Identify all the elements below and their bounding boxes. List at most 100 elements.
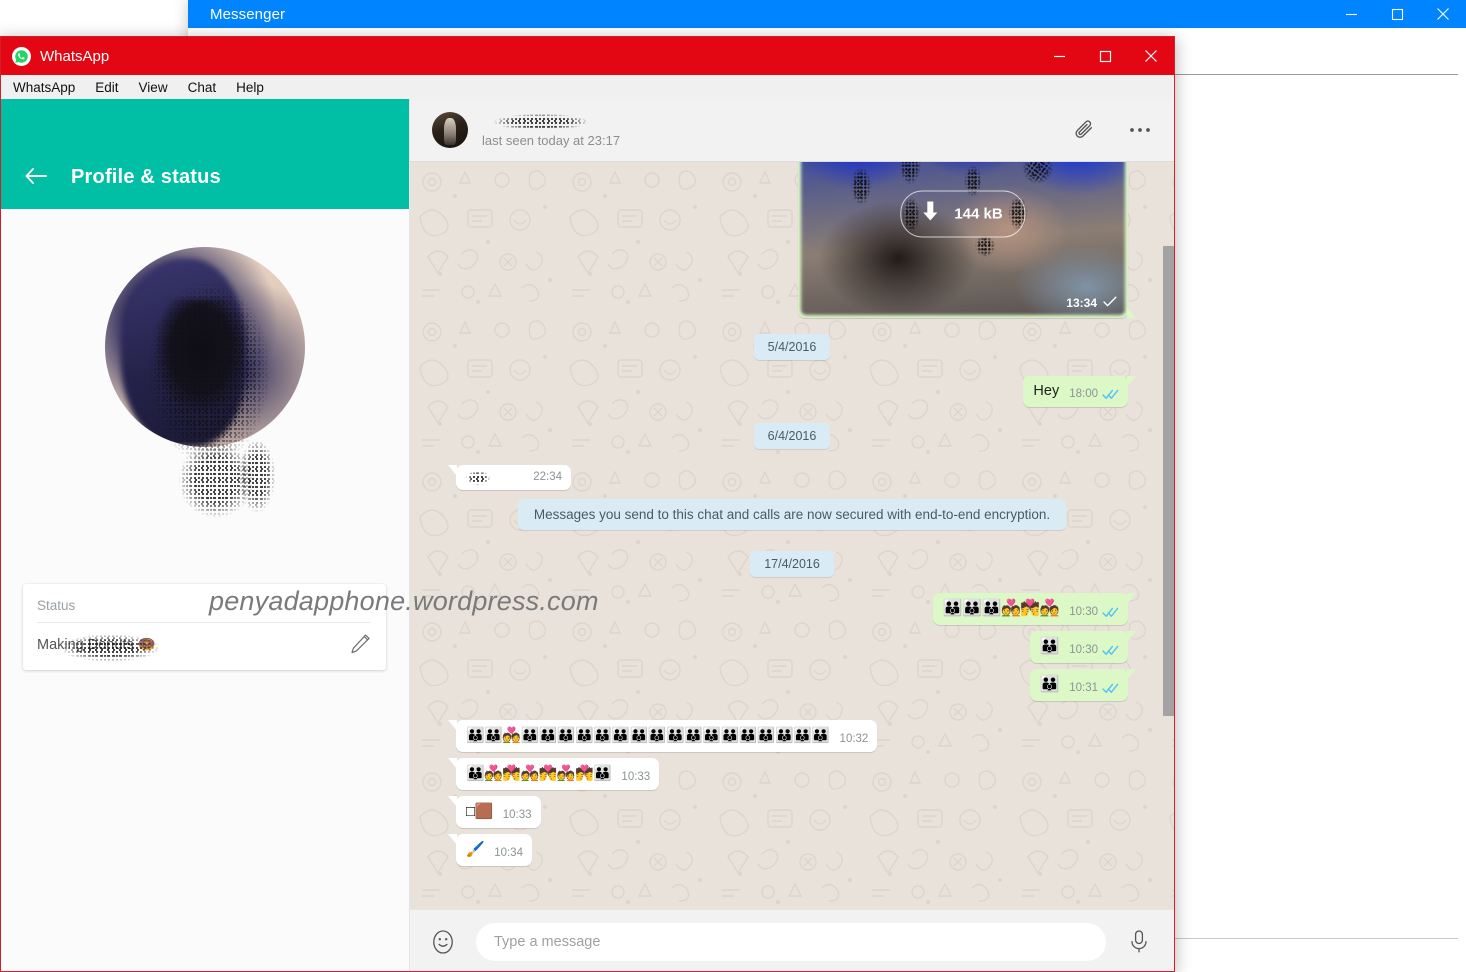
- messenger-maximize-button[interactable]: [1374, 0, 1420, 28]
- chat-header-actions: [1072, 118, 1152, 142]
- profile-avatar-wrap: [1, 225, 409, 540]
- contact-name: [482, 113, 620, 131]
- message-bubble-incoming[interactable]: 22:34: [448, 465, 571, 490]
- status-row: Making Donuts 🍩: [37, 626, 370, 670]
- message-text: □🟫: [466, 803, 493, 820]
- message-text: Hey: [1033, 383, 1060, 399]
- message-text: 👪💑💏💑💏💑💏👪: [466, 765, 612, 782]
- whatsapp-titlebar[interactable]: WhatsApp: [1, 37, 1174, 75]
- message-timestamp: 10:31: [1069, 682, 1098, 694]
- status-value: Making Donuts 🍩: [37, 636, 156, 653]
- messenger-close-button[interactable]: [1420, 0, 1466, 28]
- message-meta: 10:32: [840, 733, 869, 746]
- download-size-label: 144 kB: [954, 205, 1003, 223]
- back-arrow-icon[interactable]: [23, 163, 49, 189]
- menu-item-edit[interactable]: Edit: [85, 78, 128, 97]
- message-meta: 10:31: [1069, 682, 1119, 695]
- whatsapp-content: Profile & status Status Making Donuts 🍩: [1, 99, 1174, 971]
- encryption-notice: Messages you send to this chat and calls…: [517, 499, 1067, 530]
- chat-scrollbar[interactable]: [1163, 246, 1174, 716]
- message-timestamp: 10:33: [621, 771, 651, 783]
- message-row: 22:34: [448, 465, 1128, 490]
- message-bubble-outgoing[interactable]: 👪👪👪💑💏💑 10:30: [932, 593, 1137, 625]
- date-chip: 5/4/2016: [753, 334, 831, 360]
- double-check-icon: [1102, 683, 1119, 694]
- profile-panel-header: Profile & status: [1, 99, 409, 209]
- message-text: 👪👪👪💑💏💑: [942, 600, 1060, 617]
- whatsapp-close-button[interactable]: [1128, 37, 1174, 75]
- message-timestamp: 18:00: [1069, 388, 1098, 400]
- chat-scroll-container[interactable]: 144 kB 13:34 5/4/2016 Hey 18:00 6/4/2016…: [410, 162, 1174, 909]
- messenger-minimize-button[interactable]: [1328, 0, 1374, 28]
- system-message-row: Messages you send to this chat and calls…: [456, 499, 1128, 530]
- whatsapp-title: WhatsApp: [40, 47, 110, 65]
- message-text: 👪👪💑👪👪👪👪👪👪👪👪👪👪👪👪👪👪👪👪👪: [466, 727, 830, 744]
- message-bubble-incoming[interactable]: □🟫 10:33: [448, 796, 541, 828]
- menu-item-view[interactable]: View: [129, 78, 178, 97]
- message-timestamp: 10:32: [839, 733, 869, 745]
- avatar[interactable]: [432, 112, 468, 148]
- emoji-smiley-icon[interactable]: [430, 929, 456, 955]
- menu-item-chat[interactable]: Chat: [178, 78, 227, 97]
- messenger-title: Messenger: [210, 5, 286, 23]
- paperclip-icon[interactable]: [1072, 118, 1096, 142]
- message-row: 🖌️ 10:34: [448, 834, 1128, 866]
- message-row: 👪👪💑👪👪👪👪👪👪👪👪👪👪👪👪👪👪👪👪👪 10:32: [447, 720, 1128, 752]
- message-text: 👪: [1039, 638, 1060, 655]
- message-bubble-outgoing[interactable]: 👪 10:31: [1029, 669, 1137, 701]
- single-check-icon: [1103, 294, 1117, 312]
- message-meta: 10:33: [503, 809, 532, 822]
- download-media-button[interactable]: 144 kB: [900, 190, 1026, 238]
- message-row: 👪💑💏💑💏💑💏👪 10:33: [447, 758, 1128, 790]
- message-timestamp: 10:34: [494, 847, 523, 859]
- message-timestamp: 22:34: [533, 471, 562, 483]
- contact-last-seen: last seen today at 23:17: [482, 132, 621, 148]
- message-input[interactable]: [476, 922, 1106, 961]
- message-timestamp: 10:33: [502, 809, 532, 821]
- message-bubble-outgoing[interactable]: 👪 10:30: [1029, 631, 1137, 663]
- message-row: 👪 10:31: [456, 669, 1137, 701]
- messenger-titlebar[interactable]: Messenger: [188, 0, 1466, 28]
- watermark-text: penyadapphone.wordpress.com: [209, 586, 599, 616]
- download-arrow-icon: [919, 200, 941, 229]
- pencil-edit-icon[interactable]: [350, 634, 370, 654]
- date-chip: 6/4/2016: [753, 423, 831, 449]
- chat-panel: last seen today at 23:17 144 kB 13:34 5/…: [410, 99, 1174, 971]
- date-chip: 17/4/2016: [750, 551, 834, 577]
- message-bubble-outgoing[interactable]: Hey 18:00: [1023, 376, 1136, 407]
- message-meta: 10:34: [494, 847, 523, 860]
- message-row-image: 144 kB 13:34: [456, 162, 1136, 318]
- message-meta: 10:30: [1069, 606, 1119, 619]
- whatsapp-minimize-button[interactable]: [1036, 37, 1082, 75]
- whatsapp-menubar: WhatsApp Edit View Chat Help: [1, 75, 1174, 99]
- image-message-meta: 13:34: [1066, 294, 1117, 312]
- image-message-bubble[interactable]: 144 kB 13:34: [798, 162, 1136, 318]
- chat-header-text: last seen today at 23:17: [478, 108, 621, 148]
- message-text: 🖌️: [466, 841, 485, 858]
- microphone-icon[interactable]: [1128, 929, 1152, 955]
- date-divider-row: 17/4/2016: [456, 551, 1128, 577]
- censor-overlay-icon: [460, 467, 496, 489]
- message-row: Hey 18:00: [456, 376, 1136, 407]
- more-options-icon[interactable]: [1128, 118, 1152, 142]
- date-divider-row: 6/4/2016: [456, 423, 1128, 449]
- chat-header[interactable]: last seen today at 23:17: [410, 99, 1174, 162]
- message-meta: 22:34: [533, 471, 562, 484]
- date-divider-row: 5/4/2016: [456, 334, 1128, 360]
- message-text: 👪: [1039, 676, 1060, 693]
- profile-avatar[interactable]: [105, 247, 305, 447]
- double-check-icon: [1102, 607, 1119, 618]
- message-row: 👪 10:30: [456, 631, 1137, 663]
- menu-item-whatsapp[interactable]: WhatsApp: [9, 78, 85, 97]
- message-bubble-incoming[interactable]: 👪💑💏💑💏💑💏👪 10:33: [447, 758, 660, 790]
- message-bubble-incoming[interactable]: 👪👪💑👪👪👪👪👪👪👪👪👪👪👪👪👪👪👪👪👪 10:32: [447, 720, 878, 752]
- whatsapp-maximize-button[interactable]: [1082, 37, 1128, 75]
- message-bubble-incoming[interactable]: 🖌️ 10:34: [448, 834, 532, 866]
- message-composer: [410, 909, 1174, 971]
- menu-item-help[interactable]: Help: [226, 78, 274, 97]
- message-meta: 10:30: [1069, 644, 1119, 657]
- whatsapp-window: WhatsApp WhatsApp Edit View Chat Help Pr…: [0, 36, 1175, 972]
- image-message-thumbnail: [801, 162, 1125, 315]
- page-title: Profile & status: [71, 166, 221, 188]
- profile-status-panel: Profile & status Status Making Donuts 🍩: [1, 99, 410, 971]
